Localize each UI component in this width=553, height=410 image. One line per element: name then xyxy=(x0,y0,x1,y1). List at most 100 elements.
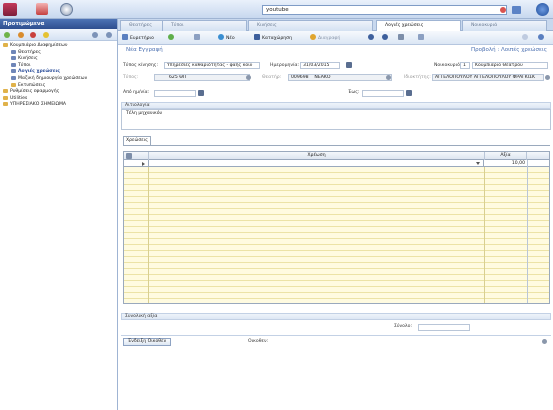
owner-lookup-icon[interactable] xyxy=(545,75,550,80)
from-date-label: Από ημ/νία: xyxy=(123,90,150,95)
to-calendar-icon[interactable] xyxy=(406,90,412,96)
movement-type-select[interactable]: Υπηρεσίες καθαριότητας - φαής κοιν xyxy=(164,62,260,69)
delete-icon[interactable] xyxy=(30,32,36,38)
sidebar-item[interactable]: Λογιές χρεώσεις xyxy=(11,69,60,75)
grid-settings-icon[interactable] xyxy=(126,153,132,159)
viewer-lookup-icon[interactable] xyxy=(386,75,391,80)
help-icon[interactable] xyxy=(536,3,549,16)
filter-icon xyxy=(194,34,200,40)
prev-icon xyxy=(368,34,374,40)
owner-label: Ιδιοκτήτης: xyxy=(404,75,431,80)
col-header-description[interactable]: Χρέωση xyxy=(148,152,484,160)
delete-icon xyxy=(310,34,316,40)
tab-item[interactable]: Κινήσεις xyxy=(248,20,373,31)
folder-icon xyxy=(3,102,8,107)
total-section-label: Συνολική αξία xyxy=(125,314,158,319)
register-label: Ευρετήριο xyxy=(130,36,154,41)
date-field[interactable]: 31/03/2015 xyxy=(300,62,340,69)
sidebar: Προτιμώμενα Κουμπιάριο Διαφημίσεων Θεατήρ… xyxy=(0,19,118,410)
household-num-field[interactable]: 1 xyxy=(460,62,470,69)
sidebar-item[interactable]: Θεατήρες xyxy=(11,49,41,56)
total-field[interactable] xyxy=(418,324,470,331)
type-lookup-icon[interactable] xyxy=(246,75,251,80)
owner-field[interactable]: ΑΓΓΕΛΟΠΟΥΛΟΥ ΑΓΓΕΛΟΠΟΥΛΟΥ ΦΡΑΓΚΙΣΚ xyxy=(432,74,544,81)
export-button[interactable] xyxy=(418,34,426,42)
tab-item[interactable]: Λογιές χρεώσεις xyxy=(376,20,461,31)
print-button[interactable] xyxy=(398,34,406,42)
sidebar-toolbar xyxy=(0,29,117,41)
table-row[interactable] xyxy=(124,299,549,303)
reason-textarea[interactable]: Τέλη μηχανικόυ xyxy=(121,109,551,130)
undo-icon[interactable] xyxy=(92,32,98,38)
calendar-icon[interactable] xyxy=(346,62,352,68)
register-button[interactable]: Ευρετήριο xyxy=(122,34,154,42)
save-button[interactable]: Καταχώρηση xyxy=(254,34,292,42)
main-form: Νέα Εγγραφή Προβολή : Λοιπές χρεώσεις Τύ… xyxy=(118,45,553,410)
add-icon[interactable] xyxy=(4,32,10,38)
star-icon[interactable] xyxy=(43,32,49,38)
sidebar-item-label: Ρυθμίσεις εφαρμογής xyxy=(10,89,60,95)
tab-strip: Θεατήρες Τύποι Κινήσεις Λογιές χρεώσεις Νοικ… xyxy=(118,19,553,31)
prev-button[interactable] xyxy=(368,34,376,42)
search-tool-button[interactable] xyxy=(522,34,530,42)
home-icon[interactable] xyxy=(36,3,48,15)
owners-search-icon[interactable] xyxy=(542,339,547,344)
sidebar-item[interactable]: Εκτυπώσεις xyxy=(11,82,46,89)
from-calendar-icon[interactable] xyxy=(198,90,204,96)
col-header-value[interactable]: Αξία xyxy=(484,152,527,160)
grid-col-divider xyxy=(148,167,149,303)
new-button[interactable]: Νέο xyxy=(218,34,235,42)
folder-icon xyxy=(3,89,8,94)
sidebar-item-label: Θεατήρες xyxy=(18,49,41,55)
sidebar-item-label: Τύποι xyxy=(18,62,31,68)
filter-button[interactable] xyxy=(194,34,202,42)
movement-type-value: Υπηρεσίες καθαριότητας - φαής κοιν xyxy=(167,63,253,68)
to-date-field[interactable] xyxy=(362,90,404,97)
row-description-cell[interactable] xyxy=(148,160,484,167)
clear-search-icon[interactable] xyxy=(500,7,506,13)
owners-button[interactable]: Ένδειξη Οικοθεν xyxy=(123,338,171,346)
tab-charges[interactable]: Χρεώσεις xyxy=(123,136,151,145)
delete-button[interactable]: Διαγραφή xyxy=(310,34,340,42)
sidebar-item[interactable]: ΥΠΗΡΕΣΙΑΚΟ ΣΗΜΕΙΩΜΑ xyxy=(3,102,66,108)
close-panel-icon[interactable] xyxy=(106,32,112,38)
tab-item[interactable]: Τύποι xyxy=(162,20,247,31)
search-input[interactable]: youtube xyxy=(262,5,507,15)
grid-col-divider xyxy=(527,160,528,303)
search-options-icon[interactable] xyxy=(512,6,521,14)
sidebar-item-label: Εκτυπώσεις xyxy=(18,82,46,88)
folder-icon xyxy=(11,82,16,87)
app-logo-icon[interactable] xyxy=(3,3,17,16)
tab-label: Λογιές χρεώσεις xyxy=(385,23,424,28)
next-button[interactable] xyxy=(382,34,390,42)
from-date-field[interactable] xyxy=(154,90,196,97)
sidebar-item[interactable]: Κουμπιάριο Διαφημίσεων xyxy=(3,43,67,49)
tab-item[interactable]: Νοικοκυριά xyxy=(462,20,547,31)
household-select[interactable]: Κουμπιάριο Θεάτρου xyxy=(472,62,548,69)
refresh-icon[interactable] xyxy=(60,3,73,16)
row-value-cell[interactable]: 10,00 xyxy=(484,160,527,167)
folder-icon xyxy=(3,95,8,100)
folder-icon xyxy=(3,43,8,47)
info-button[interactable] xyxy=(538,34,546,42)
sidebar-item[interactable]: Ρυθμίσεις εφαρμογής xyxy=(3,89,59,95)
row-dropdown-icon[interactable] xyxy=(476,162,480,165)
household-label: Νοικοκυριό: xyxy=(434,63,462,68)
sidebar-item[interactable]: Utilities xyxy=(3,95,27,102)
sidebar-item[interactable]: Μαζική δημιουργία χρεώσεων xyxy=(11,76,87,82)
refresh-icon xyxy=(168,34,174,40)
grid-col-divider xyxy=(484,167,485,303)
sidebar-item[interactable]: Κινήσεις xyxy=(11,56,38,62)
edit-icon[interactable] xyxy=(18,32,24,38)
document-icon xyxy=(11,56,16,61)
sidebar-item-label: ΥΠΗΡΕΣΙΑΚΟ ΣΗΜΕΙΩΜΑ xyxy=(10,102,67,108)
type-field[interactable]: 625 ΘΠ xyxy=(154,74,250,81)
tab-charges-label: Χρεώσεις xyxy=(125,138,149,143)
viewer-field[interactable]: 009698 ΝΕΑΚΟ xyxy=(288,74,392,81)
sidebar-item-label: Κουμπιάριο Διαφημίσεων xyxy=(10,43,68,48)
owners-button-label: Ένδειξη Οικοθεν xyxy=(127,339,167,344)
save-label: Καταχώρηση xyxy=(262,36,292,41)
sidebar-item[interactable]: Τύποι xyxy=(11,62,31,69)
refresh-list-button[interactable] xyxy=(168,34,176,42)
sidebar-item-label: Λογιές χρεώσεις xyxy=(18,69,60,75)
